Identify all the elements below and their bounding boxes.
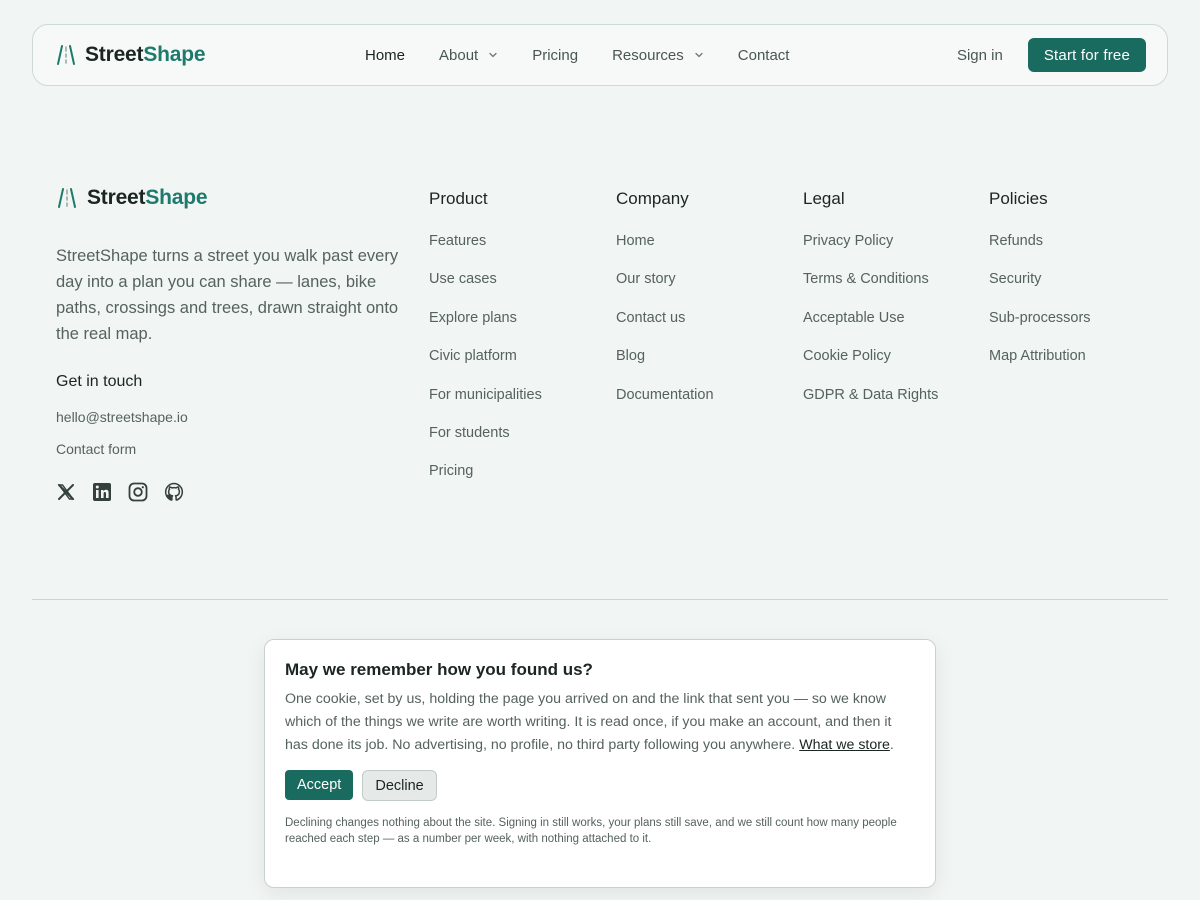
- footer-link[interactable]: Terms & Conditions: [803, 269, 938, 307]
- cookie-body: One cookie, set by us, holding the page …: [285, 691, 894, 753]
- nav-link-label: About: [439, 46, 479, 64]
- footer-column-title: Legal: [803, 189, 845, 208]
- footer-brand: StreetShape: [56, 186, 208, 210]
- cookie-title: May we remember how you found us?: [285, 660, 593, 679]
- footer-link-list: Home Our story Contact us Blog Documentation: [616, 231, 714, 423]
- footer-link[interactable]: For students: [429, 423, 542, 461]
- nav-link-resources[interactable]: Resources: [612, 47, 704, 64]
- footer-link[interactable]: For municipalities: [429, 385, 542, 423]
- road-lanes-icon: [58, 188, 76, 208]
- footer-column-title: Product: [429, 189, 488, 208]
- footer-link[interactable]: Home: [616, 231, 714, 269]
- brand-logo-link[interactable]: StreetShape: [55, 43, 206, 67]
- nav-link-label: Resources: [612, 46, 684, 64]
- nav-actions: Sign in Start for free: [957, 25, 1146, 85]
- nav-link-label: Contact: [737, 46, 790, 64]
- accept-button[interactable]: Accept: [285, 770, 354, 800]
- nav-link-pricing[interactable]: Pricing: [532, 47, 578, 64]
- footer-link[interactable]: Pricing: [429, 461, 542, 499]
- footer-link[interactable]: Our story: [616, 269, 714, 307]
- linkedin-icon[interactable]: [92, 482, 112, 502]
- footer-link[interactable]: Features: [429, 231, 542, 269]
- cookie-note: Declining changes nothing about the site…: [285, 817, 897, 845]
- chevron-down-icon: [489, 52, 497, 58]
- footer-link[interactable]: Sub-processors: [989, 308, 1091, 346]
- start-for-free-button[interactable]: Start for free: [1027, 38, 1146, 72]
- github-icon[interactable]: [164, 482, 184, 502]
- footer-column-policies: Policies Refunds Security Sub-processors Map…: [989, 189, 1091, 385]
- footer-link-list: Features Use cases Explore plans Civic plat…: [429, 231, 542, 500]
- nav-link-contact[interactable]: Contact: [738, 47, 790, 64]
- footer-link[interactable]: Use cases: [429, 269, 542, 307]
- cookie-actions: Accept Decline: [285, 770, 915, 801]
- nav-link-home[interactable]: Home: [365, 47, 405, 64]
- footer-link[interactable]: Documentation: [616, 385, 714, 423]
- footer-link[interactable]: Privacy Policy: [803, 231, 938, 269]
- contact-form-link[interactable]: Contact form: [56, 441, 136, 457]
- nav-link-about[interactable]: About: [439, 47, 498, 64]
- top-navbar: StreetShape Home About Pricing Resources Con…: [32, 24, 1168, 86]
- footer-link[interactable]: GDPR & Data Rights: [803, 385, 938, 423]
- contact-email-link[interactable]: hello@streetshape.io: [56, 409, 188, 425]
- social-links: [56, 482, 184, 502]
- footer-link-list: Privacy Policy Terms & Conditions Acceptab…: [803, 231, 938, 423]
- footer-column-legal: Legal Privacy Policy Terms & Conditions Acc…: [803, 189, 938, 423]
- footer-link[interactable]: Map Attribution: [989, 346, 1091, 384]
- road-lanes-icon: [57, 45, 75, 65]
- x-icon[interactable]: [56, 482, 76, 502]
- cookie-consent-banner: May we remember how you found us? One co…: [264, 639, 936, 888]
- footer-link[interactable]: Contact us: [616, 308, 714, 346]
- what-we-store-link[interactable]: What we store: [799, 737, 890, 753]
- nav-link-label: Pricing: [532, 46, 579, 64]
- footer-link[interactable]: Refunds: [989, 231, 1091, 269]
- get-in-touch-heading: Get in touch: [56, 373, 143, 390]
- footer-link-list: Refunds Security Sub-processors Map Attribu…: [989, 231, 1091, 385]
- footer-brand-name: StreetShape: [87, 186, 208, 209]
- footer-column-product: Product Features Use cases Explore plans Civ…: [429, 189, 542, 500]
- footer-column-title: Company: [616, 189, 689, 208]
- instagram-icon[interactable]: [128, 482, 148, 502]
- footer-column-company: Company Home Our story Contact us Blog Docume…: [616, 189, 714, 423]
- footer-link[interactable]: Acceptable Use: [803, 308, 938, 346]
- brand-name: StreetShape: [85, 43, 206, 66]
- footer-link[interactable]: Civic platform: [429, 346, 542, 384]
- main-nav: Home About Pricing Resources Contact: [365, 25, 823, 85]
- chevron-down-icon: [695, 52, 703, 58]
- decline-button[interactable]: Decline: [362, 770, 437, 801]
- footer-link[interactable]: Blog: [616, 346, 714, 384]
- footer-divider: [32, 599, 1168, 600]
- footer-column-title: Policies: [989, 189, 1048, 208]
- footer-link[interactable]: Security: [989, 269, 1091, 307]
- sign-in-link[interactable]: Sign in: [957, 47, 1003, 64]
- footer-link[interactable]: Cookie Policy: [803, 346, 938, 384]
- nav-link-label: Home: [365, 46, 406, 64]
- footer-link[interactable]: Explore plans: [429, 308, 542, 346]
- footer-about-text: StreetShape turns a street you walk past…: [56, 247, 399, 343]
